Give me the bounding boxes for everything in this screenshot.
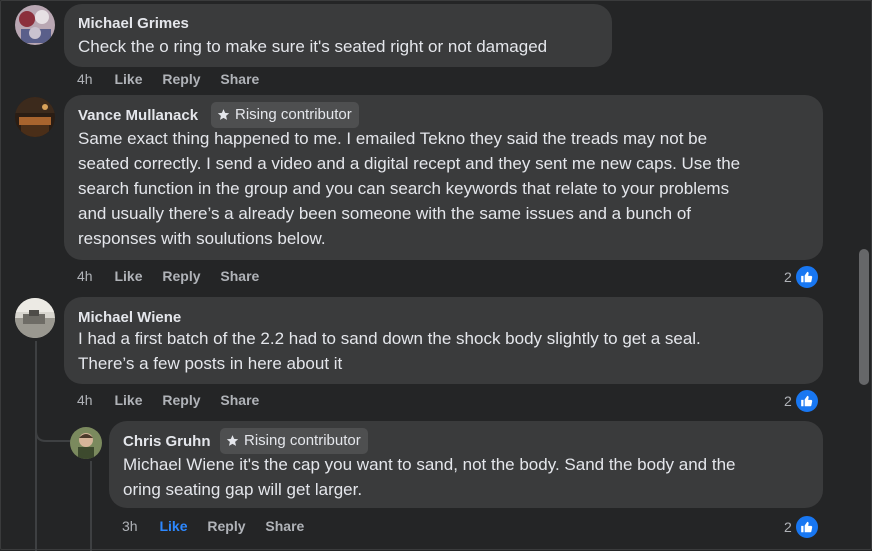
thumbs-up-icon [793,264,820,290]
comment-bubble: Vance Mullanack Rising contributor Same … [64,95,823,260]
reaction-count[interactable]: 2 [784,264,820,290]
reply-button[interactable]: Reply [207,518,245,534]
comment-text-line: There’s a few posts in here about it [78,354,343,373]
thread-line [35,341,37,551]
share-button[interactable]: Share [220,392,259,408]
comment-author[interactable]: Chris Gruhn [123,433,211,450]
share-button[interactable]: Share [220,71,259,87]
star-icon [226,435,239,446]
comment-author[interactable]: Vance Mullanack [78,107,198,124]
comment-text-line: Same exact thing happened to me. I email… [78,129,708,148]
comment-bubble: Michael Wiene I had a first batch of the… [64,297,823,384]
comment-text-line: search function in the group and you can… [78,179,730,198]
comment-text: Same exact thing happened to me. I email… [78,126,740,251]
comment-actions: 3h Like Reply Share [122,518,304,534]
share-button[interactable]: Share [220,268,259,284]
comments-panel: Michael Grimes Check the o ring to make … [0,0,872,551]
comment-author[interactable]: Michael Grimes [78,15,189,32]
rising-contributor-badge[interactable]: Rising contributor [211,102,359,128]
like-button[interactable]: Like [114,268,142,284]
comment-author[interactable]: Michael Wiene [78,309,181,326]
reaction-count[interactable]: 2 [784,514,820,540]
thumbs-up-icon [793,388,820,414]
reply-connector [35,419,71,442]
comment-timestamp[interactable]: 4h [77,392,93,408]
comment-text-line: seated correctly. I send a video and a d… [78,154,741,173]
reply-button[interactable]: Reply [162,268,200,284]
comment-timestamp[interactable]: 4h [77,268,93,284]
avatar-vance-mullanack[interactable] [15,97,55,137]
comment-timestamp[interactable]: 4h [77,71,93,87]
like-button[interactable]: Like [114,392,142,408]
like-button[interactable]: Like [159,518,187,534]
star-icon [217,109,230,120]
thread-line [90,461,92,551]
comment-text-line: I had a first batch of the 2.2 had to sa… [78,329,701,348]
rising-contributor-badge[interactable]: Rising contributor [220,428,368,454]
reaction-count-number: 2 [784,519,792,535]
comment-text-line: and usually there’s a already been someo… [78,204,692,223]
avatar-chris-gruhn[interactable] [70,427,102,459]
comment-text-line: oring seating gap will get larger. [123,480,363,499]
comment-bubble: Michael Grimes Check the o ring to make … [64,4,612,67]
reply-button[interactable]: Reply [162,71,200,87]
comment-text: I had a first batch of the 2.2 had to sa… [78,326,701,376]
like-button[interactable]: Like [114,71,142,87]
comment-actions: 4h Like Reply Share [77,71,259,87]
comment-text-line: Check the o ring to make sure it's seate… [78,37,548,56]
avatar-michael-grimes[interactable] [15,5,55,45]
comment-bubble: Chris Gruhn Rising contributor Michael W… [109,421,823,508]
scrollbar-thumb[interactable] [859,249,869,385]
reaction-count[interactable]: 2 [784,388,820,414]
comment-text-line: responses with soulutions below. [78,229,326,248]
badge-label: Rising contributor [235,106,352,123]
comment-timestamp[interactable]: 3h [122,518,138,534]
reaction-count-number: 2 [784,269,792,285]
reply-button[interactable]: Reply [162,392,200,408]
comment-text-line: Michael Wiene it's the cap you want to s… [123,455,736,474]
badge-label: Rising contributor [244,432,361,449]
comment-text: Michael Wiene it's the cap you want to s… [123,452,736,502]
reaction-count-number: 2 [784,393,792,409]
comment-actions: 4h Like Reply Share [77,392,259,408]
share-button[interactable]: Share [265,518,304,534]
thumbs-up-icon [793,514,820,540]
avatar-michael-wiene[interactable] [15,298,55,338]
comment-actions: 4h Like Reply Share [77,268,259,284]
